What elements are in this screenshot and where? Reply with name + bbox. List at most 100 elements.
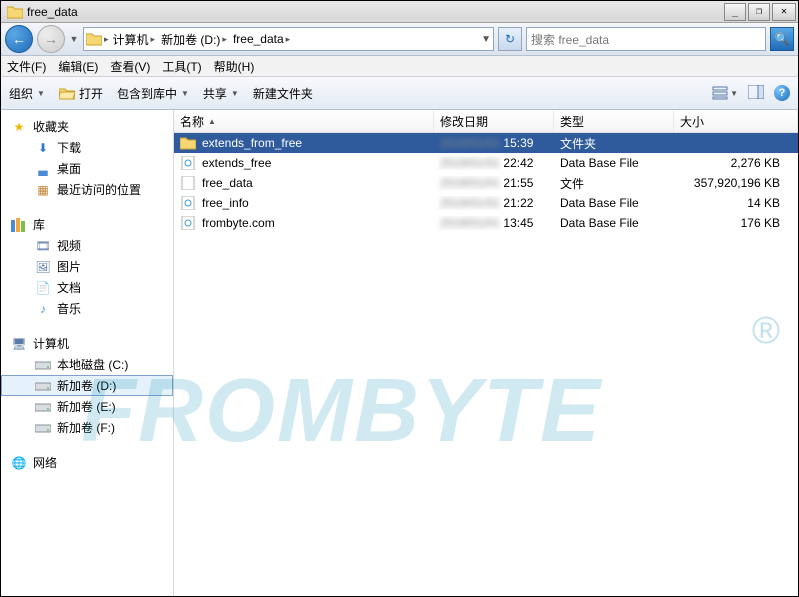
label: 新加卷 (D:)	[57, 377, 116, 394]
computer-header[interactable]: 🖥 计算机	[1, 333, 173, 354]
file-name: extends_from_free	[202, 136, 302, 150]
search-input[interactable]: 搜索 free_data	[526, 27, 766, 51]
download-icon: ⬇	[35, 140, 51, 156]
favorites-header[interactable]: ★ 收藏夹	[1, 116, 173, 137]
crumb-computer[interactable]: 计算机▸	[111, 31, 158, 48]
network-group: 🌐 网络	[1, 452, 173, 473]
computer-icon: 🖥	[11, 336, 27, 352]
file-icon	[180, 175, 196, 191]
sidebar-drive-e[interactable]: 新加卷 (E:)	[1, 396, 173, 417]
file-row[interactable]: extends_free2019/01/01 22:42Data Base Fi…	[174, 153, 798, 173]
navbar: ← → ▼ ▸ 计算机▸ 新加卷 (D:)▸ free_data▸ ▼ ↻ 搜索…	[1, 23, 798, 56]
view-icon	[712, 86, 728, 100]
close-button[interactable]: ✕	[772, 3, 796, 21]
sidebar-drive-c[interactable]: 本地磁盘 (C:)	[1, 354, 173, 375]
sidebar-item-documents[interactable]: 📄文档	[1, 277, 173, 298]
crumb-drive[interactable]: 新加卷 (D:)▸	[159, 31, 229, 48]
chevron-down-icon: ▼	[231, 89, 239, 98]
share-button[interactable]: 共享 ▼	[203, 85, 239, 102]
file-type: Data Base File	[554, 156, 674, 170]
chevron-right-icon: ▸	[286, 34, 291, 45]
newfolder-button[interactable]: 新建文件夹	[253, 85, 313, 102]
sidebar-item-videos[interactable]: 🎞视频	[1, 235, 173, 256]
menu-edit[interactable]: 编辑(E)	[58, 58, 98, 75]
open-button[interactable]: 打开	[59, 85, 103, 102]
music-icon: ♪	[35, 301, 51, 317]
column-size[interactable]: 大小	[674, 110, 798, 132]
date-blurred: 2019/01/01	[440, 216, 500, 230]
refresh-icon: ↻	[505, 32, 515, 46]
minimize-icon: _	[732, 6, 738, 17]
body: ★ 收藏夹 ⬇下载 ▃桌面 ▦最近访问的位置 库 🎞视频 🖼 图片 📄文档 ♪音乐	[1, 110, 798, 596]
library-icon	[11, 217, 27, 233]
search-placeholder: 搜索 free_data	[531, 31, 609, 48]
file-time: 15:39	[503, 136, 533, 150]
menu-file[interactable]: 文件(F)	[7, 58, 46, 75]
libraries-header[interactable]: 库	[1, 214, 173, 235]
organize-button[interactable]: 组织 ▼	[9, 85, 45, 102]
sidebar-item-pictures[interactable]: 🖼 图片	[1, 256, 173, 277]
libraries-group: 库 🎞视频 🖼 图片 📄文档 ♪音乐	[1, 214, 173, 319]
label: 网络	[33, 454, 57, 471]
include-button[interactable]: 包含到库中 ▼	[117, 85, 189, 102]
label: 文档	[57, 279, 81, 296]
minimize-button[interactable]: _	[724, 3, 746, 21]
file-time: 13:45	[503, 216, 533, 230]
crumb-folder[interactable]: free_data▸	[231, 32, 292, 46]
computer-group: 🖥 计算机 本地磁盘 (C:) 新加卷 (D:) 新加卷 (E:) 新加卷 (F…	[1, 333, 173, 438]
label: 本地磁盘 (C:)	[57, 356, 128, 373]
date-blurred: 2019/01/01	[440, 176, 500, 190]
chevron-right-icon: ▸	[104, 34, 109, 45]
sidebar-item-downloads[interactable]: ⬇下载	[1, 137, 173, 158]
column-date[interactable]: 修改日期	[434, 110, 554, 132]
label: 图片	[57, 258, 81, 275]
label: 包含到库中	[117, 85, 177, 102]
file-size: 176 KB	[674, 216, 798, 230]
file-row[interactable]: free_info2019/01/01 21:22Data Base File1…	[174, 193, 798, 213]
file-row[interactable]: free_data2019/01/01 21:55文件357,920,196 K…	[174, 173, 798, 193]
refresh-button[interactable]: ↻	[498, 27, 522, 51]
sidebar-item-desktop[interactable]: ▃桌面	[1, 158, 173, 179]
file-row[interactable]: frombyte.com2019/01/01 13:45Data Base Fi…	[174, 213, 798, 233]
video-icon: 🎞	[35, 238, 51, 254]
menu-tools[interactable]: 工具(T)	[162, 58, 201, 75]
folder-icon	[86, 31, 102, 47]
help-button[interactable]: ?	[774, 85, 790, 101]
address-dropdown[interactable]: ▼	[481, 34, 491, 45]
chevron-down-icon: ▼	[181, 89, 189, 98]
menu-view[interactable]: 查看(V)	[110, 58, 150, 75]
network-header[interactable]: 🌐 网络	[1, 452, 173, 473]
file-row[interactable]: extends_from_free2019/01/01 15:39文件夹	[174, 133, 798, 153]
explorer-window: free_data _ ❐ ✕ ← → ▼ ▸ 计算机▸ 新加卷 (D:)▸ f…	[0, 0, 799, 597]
column-type[interactable]: 类型	[554, 110, 674, 132]
forward-button[interactable]: →	[37, 25, 65, 53]
preview-pane-button[interactable]	[748, 85, 764, 102]
sidebar-item-recent[interactable]: ▦最近访问的位置	[1, 179, 173, 200]
menu-help[interactable]: 帮助(H)	[214, 58, 255, 75]
view-mode-button[interactable]: ▼	[712, 86, 738, 100]
back-button[interactable]: ←	[5, 25, 33, 53]
arrow-right-icon: →	[44, 32, 58, 46]
file-icon	[180, 195, 196, 211]
history-dropdown[interactable]: ▼	[69, 34, 79, 44]
search-button[interactable]: 🔍	[770, 27, 794, 51]
sidebar-drive-d[interactable]: 新加卷 (D:)	[1, 375, 173, 396]
column-name[interactable]: 名称 ▲	[174, 110, 434, 132]
label: 最近访问的位置	[57, 181, 141, 198]
maximize-icon: ❐	[756, 6, 762, 17]
maximize-button[interactable]: ❐	[748, 3, 770, 21]
crumb-label: 新加卷 (D:)	[161, 31, 220, 48]
file-time: 21:55	[503, 176, 533, 190]
sidebar-drive-f[interactable]: 新加卷 (F:)	[1, 417, 173, 438]
sidebar-item-music[interactable]: ♪音乐	[1, 298, 173, 319]
picture-icon: 🖼	[35, 259, 51, 275]
file-name: frombyte.com	[202, 216, 275, 230]
chevron-right-icon: ▸	[151, 34, 156, 45]
address-bar[interactable]: ▸ 计算机▸ 新加卷 (D:)▸ free_data▸ ▼	[83, 27, 494, 51]
date-blurred: 2019/01/01	[440, 196, 500, 210]
toolbar: 组织 ▼ 打开 包含到库中 ▼ 共享 ▼ 新建文件夹 ▼ ?	[1, 77, 798, 110]
toolbar-right: ▼ ?	[712, 85, 790, 102]
file-name: free_info	[202, 196, 249, 210]
label: 新加卷 (F:)	[57, 419, 115, 436]
file-name: extends_free	[202, 156, 271, 170]
